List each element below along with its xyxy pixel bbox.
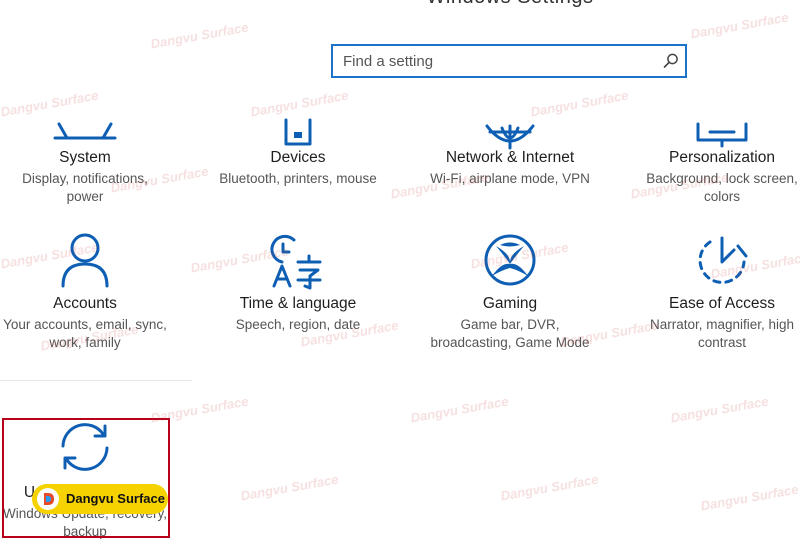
dangvu-logo-icon <box>37 488 59 510</box>
search-input[interactable] <box>333 46 653 76</box>
xbox-icon <box>484 234 536 286</box>
tile-description: Speech, region, date <box>235 317 361 332</box>
watermark: Dangvu Surface <box>149 19 250 52</box>
tile-label: Personalization <box>669 149 775 166</box>
tile-label: System <box>59 149 111 166</box>
tile-personalization[interactable]: Personalization Background, lock screen,… <box>622 100 800 210</box>
tile-network-internet[interactable]: Network & Internet Wi-Fi, airplane mode,… <box>410 100 610 210</box>
tile-devices[interactable]: Devices Bluetooth, printers, mouse <box>198 100 398 210</box>
watermark-badge: Dangvu Surface <box>32 484 168 514</box>
ease-of-access-icon <box>698 236 748 284</box>
divider <box>0 380 192 381</box>
tile-description: Game bar, DVR, broadcasting, Game Mode <box>430 317 590 350</box>
watermark: Dangvu Surface <box>239 471 340 504</box>
tile-gaming[interactable]: Gaming Game bar, DVR, broadcasting, Game … <box>410 232 610 354</box>
tile-system[interactable]: System Display, notifications, power <box>0 100 185 210</box>
watermark: Dangvu Surface <box>689 9 790 42</box>
tile-label: Devices <box>270 149 326 166</box>
search-box[interactable] <box>331 44 687 78</box>
tile-description: Bluetooth, printers, mouse <box>219 171 377 186</box>
tile-description: Display, notifications, power <box>22 171 148 204</box>
tile-description: Wi-Fi, airplane mode, VPN <box>430 171 590 186</box>
tile-description: Background, lock screen, colors <box>646 171 798 204</box>
highlight-frame <box>2 418 170 538</box>
tile-label: Ease of Access <box>669 295 775 312</box>
tile-label: Gaming <box>482 295 538 312</box>
badge-text: Dangvu Surface <box>66 491 165 506</box>
tile-description: Your accounts, email, sync, work, family <box>3 317 167 350</box>
tile-label: Accounts <box>53 295 117 312</box>
watermark: Dangvu Surface <box>699 481 800 514</box>
page-title: Windows Settings <box>0 0 800 9</box>
watermark: Dangvu Surface <box>669 393 770 426</box>
time-language-icon <box>270 234 322 290</box>
tile-description: Narrator, magnifier, high contrast <box>649 317 795 350</box>
tile-ease-of-access[interactable]: Ease of Access Narrator, magnifier, high… <box>622 232 800 354</box>
search-icon[interactable] <box>663 53 679 69</box>
tile-time-language[interactable]: Time & language Speech, region, date <box>198 232 398 354</box>
tile-accounts[interactable]: Accounts Your accounts, email, sync, work… <box>0 232 185 354</box>
person-icon <box>61 233 109 288</box>
tile-label: Time & language <box>239 295 357 312</box>
tile-label: Network & Internet <box>445 149 575 166</box>
watermark: Dangvu Surface <box>499 471 600 504</box>
watermark: Dangvu Surface <box>409 393 510 426</box>
